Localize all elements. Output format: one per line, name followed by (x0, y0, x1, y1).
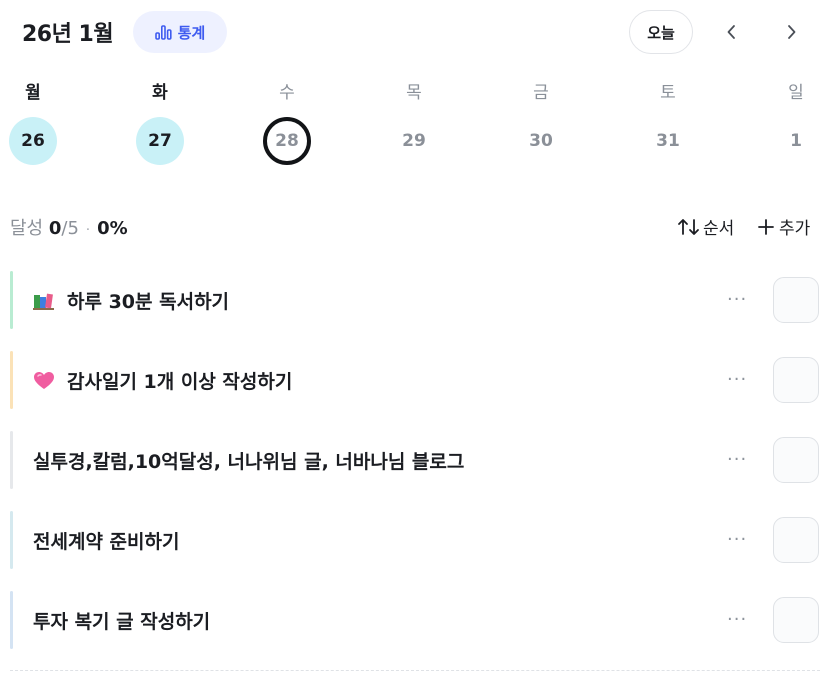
task-color-bar (10, 431, 13, 489)
task-row[interactable]: 실투경,칼럼,10억달성, 너나위님 글, 너바나님 블로그 ··· (10, 431, 820, 489)
weekday-label: 화 (152, 83, 168, 103)
sort-arrows-icon (678, 218, 699, 235)
progress-total: /5 (61, 218, 79, 239)
task-checkbox[interactable] (773, 517, 819, 563)
progress-percent: 0% (97, 218, 128, 239)
task-checkbox[interactable] (773, 597, 819, 643)
day-30[interactable]: 30 (517, 117, 565, 165)
chevron-left-icon (727, 25, 735, 39)
add-task-button[interactable]: 추가 (757, 214, 810, 239)
task-color-bar (10, 351, 13, 409)
task-title: 감사일기 1개 이상 작성하기 (67, 371, 293, 393)
task-row[interactable]: 하루 30분 독서하기 ··· (10, 271, 820, 329)
day-26[interactable]: 26 (9, 117, 57, 165)
weekday-label: 수 (279, 83, 295, 103)
day-28-today[interactable]: 28 (263, 117, 311, 165)
today-button[interactable]: 오늘 (629, 10, 693, 54)
day-1[interactable]: 1 (772, 117, 820, 165)
list-divider (10, 670, 820, 671)
separator-dot: · (85, 223, 91, 238)
prev-week-button[interactable] (714, 14, 750, 50)
chevron-right-icon (788, 25, 796, 39)
more-options-button[interactable]: ··· (727, 531, 747, 549)
more-options-button[interactable]: ··· (727, 291, 747, 309)
day-29[interactable]: 29 (390, 117, 438, 165)
task-checkbox[interactable] (773, 277, 819, 323)
stats-label: 통계 (177, 23, 206, 42)
stats-button[interactable]: 통계 (133, 11, 227, 53)
sort-label: 순서 (703, 219, 735, 239)
task-checkbox[interactable] (773, 437, 819, 483)
more-options-button[interactable]: ··· (727, 611, 747, 629)
task-title: 하루 30분 독서하기 (67, 291, 230, 313)
task-title: 투자 복기 글 작성하기 (33, 611, 211, 633)
day-27[interactable]: 27 (136, 117, 184, 165)
weekday-label: 토 (660, 83, 676, 103)
pink-heart-icon (33, 371, 55, 391)
weekday-label: 목 (406, 83, 422, 103)
month-title: 26년 1월 (22, 22, 114, 47)
task-row[interactable]: 투자 복기 글 작성하기 ··· (10, 591, 820, 649)
task-checkbox[interactable] (773, 357, 819, 403)
bar-chart-icon (154, 24, 172, 40)
progress-done: 0 (48, 218, 62, 239)
task-title: 전세계약 준비하기 (33, 531, 180, 553)
plus-icon (758, 218, 774, 235)
books-icon (33, 291, 55, 311)
progress-label: 달성 (10, 218, 44, 239)
more-options-button[interactable]: ··· (727, 451, 747, 469)
progress-summary: 달성 0/5 · 0% (10, 214, 128, 240)
task-title: 실투경,칼럼,10억달성, 너나위님 글, 너바나님 블로그 (33, 451, 465, 473)
task-color-bar (10, 271, 13, 329)
weekday-label: 일 (788, 83, 804, 103)
add-label: 추가 (779, 219, 811, 239)
weekday-label: 월 (25, 83, 41, 103)
task-color-bar (10, 591, 13, 649)
weekday-label: 금 (533, 83, 549, 103)
task-row[interactable]: 감사일기 1개 이상 작성하기 ··· (10, 351, 820, 409)
task-row[interactable]: 전세계약 준비하기 ··· (10, 511, 820, 569)
day-31[interactable]: 31 (644, 117, 692, 165)
more-options-button[interactable]: ··· (727, 371, 747, 389)
next-week-button[interactable] (773, 14, 809, 50)
sort-button[interactable]: 순서 (677, 214, 734, 239)
task-color-bar (10, 511, 13, 569)
